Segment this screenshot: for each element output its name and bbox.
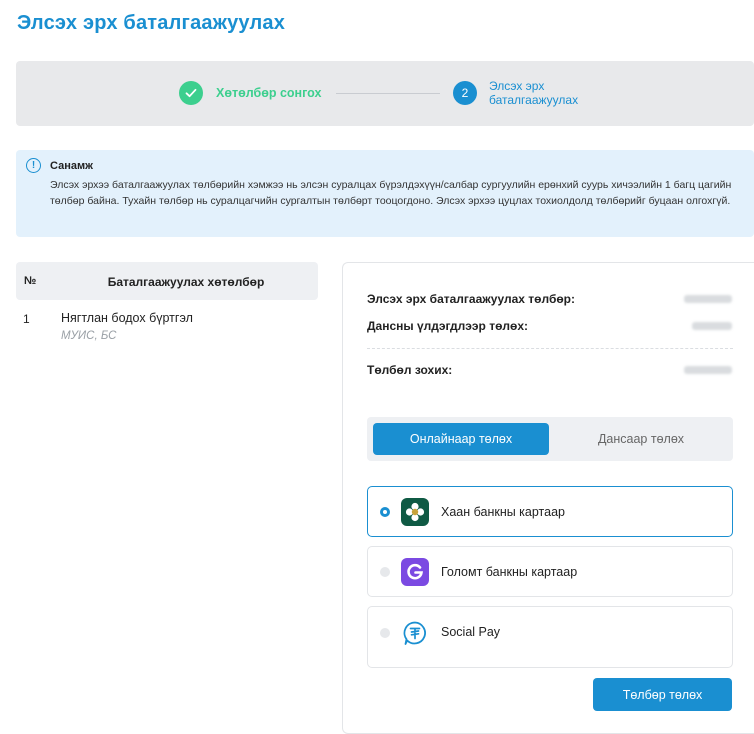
- payment-card: Элсэх эрх баталгаажуулах төлбөр: Дансны …: [342, 262, 754, 734]
- option-golomt-bank[interactable]: Голомт банкны картаар: [367, 546, 733, 597]
- option-label: Хаан банкны картаар: [441, 505, 565, 519]
- notice-text: Элсэх эрхээ баталгаажуулах төлбөрийн хэм…: [50, 179, 732, 207]
- program-title: Нягтлан бодох бүртгэл: [61, 311, 193, 325]
- step-1-label: Хөтөлбөр сонгох: [216, 86, 322, 100]
- page-title: Элсэх эрх баталгаажуулах: [17, 12, 286, 34]
- step-connector: [336, 93, 440, 94]
- option-label: Social Pay: [441, 625, 501, 639]
- progress-stepper: Хөтөлбөр сонгох 2 Элсэх эрх баталгаажуул…: [16, 61, 754, 126]
- option-social-pay[interactable]: Social Pay: [367, 606, 733, 668]
- column-header-no: №: [24, 275, 37, 287]
- notice-title: Санамж: [50, 160, 93, 172]
- balance-amount-blurred: [692, 322, 732, 330]
- program-school: МУИС, БС: [61, 330, 117, 342]
- summary-divider: [367, 348, 733, 349]
- radio-social-pay[interactable]: [380, 628, 390, 638]
- khan-bank-icon: [401, 498, 429, 526]
- row-number: 1: [23, 312, 30, 326]
- fee-label: Элсэх эрх баталгаажуулах төлбөр:: [367, 292, 576, 306]
- info-icon: !: [26, 158, 41, 173]
- fee-amount-blurred: [684, 295, 732, 303]
- social-pay-icon: [401, 619, 429, 647]
- tab-online-payment[interactable]: Онлайнаар төлөх: [373, 423, 549, 455]
- column-header-program: Баталгаажуулах хөтөлбөр: [107, 275, 265, 289]
- tab-account-payment[interactable]: Дансаар төлөх: [555, 423, 727, 455]
- golomt-bank-icon: [401, 558, 429, 586]
- option-khan-bank[interactable]: Хаан банкны картаар: [367, 486, 733, 537]
- total-amount-blurred: [684, 366, 732, 374]
- radio-golomt-bank[interactable]: [380, 567, 390, 577]
- pay-button[interactable]: Төлбөр төлөх: [593, 678, 732, 711]
- program-table-header: № Баталгаажуулах хөтөлбөр: [16, 262, 318, 300]
- option-label: Голомт банкны картаар: [441, 565, 578, 579]
- total-label: Төлбөл зохих:: [367, 363, 453, 377]
- radio-khan-bank[interactable]: [380, 507, 390, 517]
- payment-method-tabs: Онлайнаар төлөх Дансаар төлөх: [367, 417, 733, 461]
- step-2-label: Элсэх эрх баталгаажуулах: [489, 79, 579, 107]
- checkmark-icon: [179, 81, 203, 105]
- balance-label: Дансны үлдэгдлээр төлөх:: [367, 319, 529, 333]
- notice-box: ! Санамж Элсэх эрхээ баталгаажуулах төлб…: [16, 150, 754, 237]
- step-2-number: 2: [453, 81, 477, 105]
